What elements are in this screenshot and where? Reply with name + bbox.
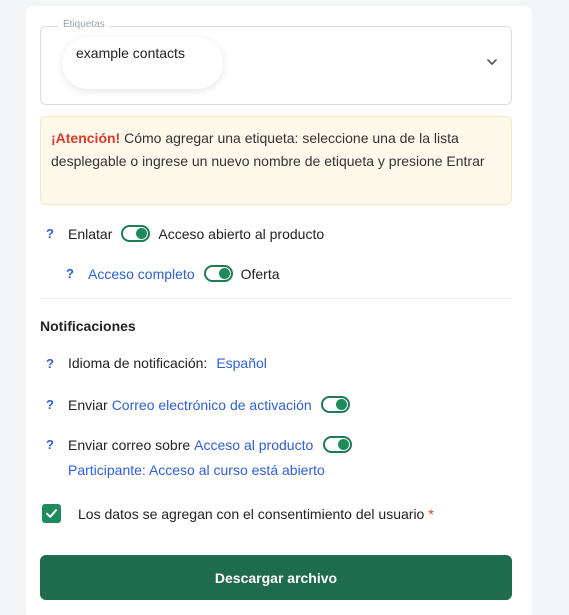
- product-email-toggle[interactable]: [323, 436, 353, 453]
- form-card: Etiquetas example contacts ¡Atención! Có…: [26, 6, 532, 615]
- language-select[interactable]: Español: [216, 355, 267, 371]
- tags-select[interactable]: Etiquetas example contacts: [40, 19, 512, 105]
- product-access-link[interactable]: Acceso al producto: [194, 437, 313, 453]
- consent-checkbox[interactable]: [42, 504, 61, 523]
- notifications-title: Notificaciones: [40, 318, 136, 334]
- access-row: ? Enlatar Acceso abierto al producto: [46, 225, 324, 242]
- help-icon[interactable]: ?: [46, 437, 68, 452]
- participant-template-link[interactable]: Participante: Acceso al curso está abier…: [68, 462, 325, 478]
- divider: [40, 298, 512, 299]
- chevron-down-icon[interactable]: [485, 55, 499, 69]
- language-label: Idioma de notificación:: [68, 355, 208, 371]
- activation-email-link[interactable]: Correo electrónico de activación: [112, 397, 312, 413]
- required-mark: *: [428, 505, 434, 522]
- product-email-row: ? Enviar correo sobre Acceso al producto: [46, 436, 353, 453]
- language-row: ? Idioma de notificación: Español: [46, 355, 267, 371]
- activation-email-toggle[interactable]: [320, 396, 350, 413]
- help-icon[interactable]: ?: [46, 397, 68, 412]
- participant-row: Participante: Acceso al curso está abier…: [68, 462, 325, 478]
- full-access-suffix: Oferta: [240, 265, 280, 282]
- check-icon: [46, 509, 57, 518]
- full-access-toggle[interactable]: [203, 265, 233, 282]
- product-email-label: Enviar correo sobre: [68, 436, 191, 453]
- access-toggle[interactable]: [121, 225, 151, 242]
- access-prefix: Enlatar: [68, 225, 113, 242]
- help-icon[interactable]: ?: [46, 356, 68, 371]
- full-access-link[interactable]: Acceso completo: [88, 266, 195, 282]
- download-file-button[interactable]: Descargar archivo: [40, 555, 512, 600]
- activation-email-row: ? Enviar Correo electrónico de activació…: [46, 396, 350, 413]
- consent-label: Los datos se agregan con el consentimien…: [78, 505, 425, 522]
- help-icon[interactable]: ?: [66, 266, 88, 281]
- tag-hint-alert: ¡Atención! Cómo agregar una etiqueta: se…: [40, 116, 512, 205]
- full-access-row: ? Acceso completo Oferta: [66, 265, 280, 282]
- tag-chip[interactable]: example contacts: [62, 37, 223, 89]
- activation-label: Enviar: [68, 396, 108, 413]
- access-label: Acceso abierto al producto: [158, 225, 325, 242]
- alert-title: ¡Atención!: [51, 130, 121, 146]
- help-icon[interactable]: ?: [46, 226, 68, 241]
- tags-legend: Etiquetas: [59, 19, 109, 30]
- consent-row: Los datos se agregan con el consentimien…: [42, 504, 434, 523]
